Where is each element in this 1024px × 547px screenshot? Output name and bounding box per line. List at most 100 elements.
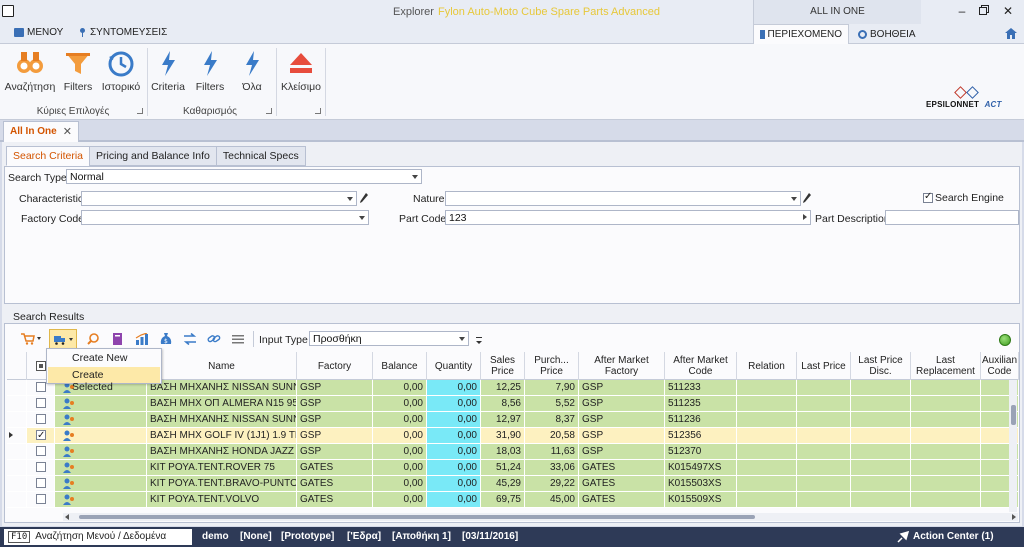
table-row[interactable]: ΚΙΤ ΡΟΥΑ.TENT.VOLVO GATES 0,00 0,00 69,75 45,… bbox=[7, 492, 1019, 508]
scroll-left-icon[interactable] bbox=[65, 514, 69, 520]
cell-quantity[interactable]: 0,00 bbox=[427, 428, 481, 444]
cell-quantity[interactable]: 0,00 bbox=[427, 492, 481, 508]
pencil-icon[interactable] bbox=[803, 193, 811, 203]
tab-pricing-balance[interactable]: Pricing and Balance Info bbox=[89, 146, 217, 166]
scroll-right-icon[interactable] bbox=[1012, 514, 1016, 520]
tab-technical-specs[interactable]: Technical Specs bbox=[215, 146, 306, 166]
restore-icon[interactable] bbox=[974, 4, 994, 18]
header-balance[interactable]: Balance bbox=[373, 352, 427, 380]
empty-cell bbox=[911, 396, 981, 412]
part-code-input[interactable]: 123 bbox=[445, 210, 811, 225]
scroll-thumb[interactable] bbox=[79, 515, 755, 519]
input-type-select[interactable]: Προσθήκη bbox=[309, 331, 469, 346]
link-icon[interactable] bbox=[207, 333, 221, 345]
create-document-button[interactable] bbox=[49, 329, 77, 349]
search-engine-checkbox[interactable] bbox=[923, 191, 933, 203]
cell-quantity[interactable]: 0,00 bbox=[427, 380, 481, 396]
swap-icon[interactable] bbox=[183, 333, 197, 345]
menu-button[interactable]: ΜΕΝΟΥ bbox=[14, 27, 63, 38]
part-description-input[interactable] bbox=[885, 210, 1019, 225]
row-checkbox[interactable] bbox=[36, 382, 46, 392]
table-row[interactable]: ΚΙΤ ΡΟΥΑ.TENT.BRAVO-PUNTO II GATES 0,00 0,0… bbox=[7, 476, 1019, 492]
search-type-select[interactable]: Normal bbox=[66, 169, 422, 184]
header-sales-price[interactable]: Sales Price bbox=[481, 352, 525, 380]
pencil-icon[interactable] bbox=[360, 193, 368, 203]
table-row[interactable]: ΒΑΣΗ ΜΗΧΑΝΗΣ HONDA JAZZ GSP 0,00 0,00 18,03 1… bbox=[7, 444, 1019, 460]
filters-button[interactable]: Filters bbox=[60, 49, 96, 93]
header-quantity[interactable]: Quantity bbox=[427, 352, 481, 380]
header-am-code[interactable]: After Market Code bbox=[665, 352, 737, 380]
vertical-scrollbar[interactable] bbox=[1009, 380, 1017, 512]
tab-all-in-one[interactable]: All In One ✕ bbox=[3, 121, 79, 142]
cell-quantity[interactable]: 0,00 bbox=[427, 460, 481, 476]
group-launcher-icon[interactable] bbox=[315, 108, 321, 114]
app-icon[interactable] bbox=[2, 5, 14, 17]
clear-filters-button[interactable]: Filters bbox=[192, 49, 228, 93]
chart-icon[interactable] bbox=[135, 333, 149, 345]
header-name[interactable]: Name bbox=[147, 352, 297, 380]
nature-select[interactable] bbox=[445, 191, 801, 206]
cell-quantity[interactable]: 0,00 bbox=[427, 444, 481, 460]
close-tab-icon[interactable]: ✕ bbox=[63, 125, 72, 138]
cart-icon[interactable] bbox=[21, 333, 35, 345]
cell-quantity[interactable]: 0,00 bbox=[427, 412, 481, 428]
factory-code-select[interactable] bbox=[81, 210, 369, 225]
list-icon[interactable] bbox=[231, 333, 245, 345]
context-tab-all-in-one[interactable]: ALL IN ONE bbox=[753, 0, 921, 24]
scroll-thumb[interactable] bbox=[1011, 405, 1016, 425]
table-row[interactable]: ΒΑΣΗ ΜΗΧ ΟΠ ALMERA N15 95... GSP 0,00 0,00 8… bbox=[7, 396, 1019, 412]
cell-quantity[interactable]: 0,00 bbox=[427, 396, 481, 412]
row-checkbox[interactable] bbox=[36, 414, 46, 424]
book-icon[interactable] bbox=[111, 333, 125, 345]
header-last-replacement[interactable]: Last Replacement bbox=[911, 352, 981, 380]
history-button[interactable]: Ιστορικό bbox=[100, 49, 142, 93]
chevron-down-icon[interactable] bbox=[37, 337, 41, 340]
table-row[interactable]: ΒΑΣΗ ΜΗΧΑΝΗΣ NISSAN SUNN... GSP 0,00 0,00 12… bbox=[7, 412, 1019, 428]
search-button[interactable]: Αναζήτηση bbox=[4, 49, 56, 93]
header-purchase-price[interactable]: Purch... Price bbox=[525, 352, 579, 380]
empty-cell bbox=[851, 412, 911, 428]
shortcuts-button[interactable]: ΣΥΝΤΟΜΕΥΣΕΙΣ bbox=[78, 27, 167, 38]
search-engine-label: Search Engine bbox=[935, 192, 1004, 204]
row-checkbox[interactable] bbox=[36, 428, 46, 443]
close-button[interactable]: Κλείσιμο bbox=[280, 49, 322, 93]
money-bag-icon[interactable]: $ bbox=[159, 333, 173, 345]
tab-search-criteria[interactable]: Search Criteria bbox=[6, 146, 91, 166]
horizontal-scrollbar[interactable] bbox=[63, 513, 1018, 521]
clear-all-button[interactable]: Όλα bbox=[235, 49, 269, 93]
menu-item-create-selected[interactable]: Create Selected bbox=[48, 367, 160, 393]
row-checkbox[interactable] bbox=[36, 478, 46, 488]
row-checkbox[interactable] bbox=[36, 398, 46, 408]
action-center-icon[interactable] bbox=[897, 530, 910, 543]
header-last-price[interactable]: Last Price bbox=[797, 352, 851, 380]
menu-search-field[interactable]: F10 Αναζήτηση Μενού / Δεδομένα bbox=[4, 529, 192, 545]
action-center-button[interactable]: Action Center (1) bbox=[913, 531, 994, 542]
row-checkbox[interactable] bbox=[36, 446, 46, 456]
group-launcher-icon[interactable] bbox=[137, 108, 143, 114]
group-launcher-icon[interactable] bbox=[266, 108, 272, 114]
header-relation[interactable]: Relation bbox=[737, 352, 797, 380]
tab-content[interactable]: ΠΕΡΙΕΧΟΜΕΝΟ bbox=[753, 24, 849, 44]
header-last-price-disc[interactable]: Last Price Disc. bbox=[851, 352, 911, 380]
row-checkbox[interactable] bbox=[36, 462, 46, 472]
row-indicator bbox=[7, 428, 27, 444]
header-factory[interactable]: Factory bbox=[297, 352, 373, 380]
clear-criteria-button[interactable]: Criteria bbox=[150, 49, 186, 93]
find-icon[interactable] bbox=[87, 333, 101, 345]
empty-cell bbox=[797, 428, 851, 444]
menu-item-create-new[interactable]: Create New bbox=[48, 350, 160, 366]
home-icon[interactable] bbox=[1005, 28, 1017, 39]
header-am-factory[interactable]: After Market Factory bbox=[579, 352, 665, 380]
characteristic-select[interactable] bbox=[81, 191, 357, 206]
cell-quantity[interactable]: 0,00 bbox=[427, 476, 481, 492]
header-auxiliary-code[interactable]: Auxilian Code bbox=[981, 352, 1019, 380]
row-indicator bbox=[7, 444, 27, 460]
row-checkbox[interactable] bbox=[36, 494, 46, 504]
close-window-icon[interactable]: ✕ bbox=[998, 4, 1018, 18]
toolbar-overflow-icon[interactable] bbox=[475, 336, 483, 346]
table-row[interactable]: ΚΙΤ ΡΟΥΑ.TENT.ROVER 75 GATES 0,00 0,00 51,24… bbox=[7, 460, 1019, 476]
minimize-icon[interactable]: – bbox=[952, 4, 972, 18]
tab-help[interactable]: ΒΟΗΘΕΙΑ bbox=[852, 24, 922, 44]
table-row[interactable]: ΒΑΣΗ ΜΗΧ GOLF IV (1J1) 1.9 TDIGSP0,000,0… bbox=[7, 428, 1019, 444]
select-all-checkbox[interactable] bbox=[35, 361, 46, 371]
